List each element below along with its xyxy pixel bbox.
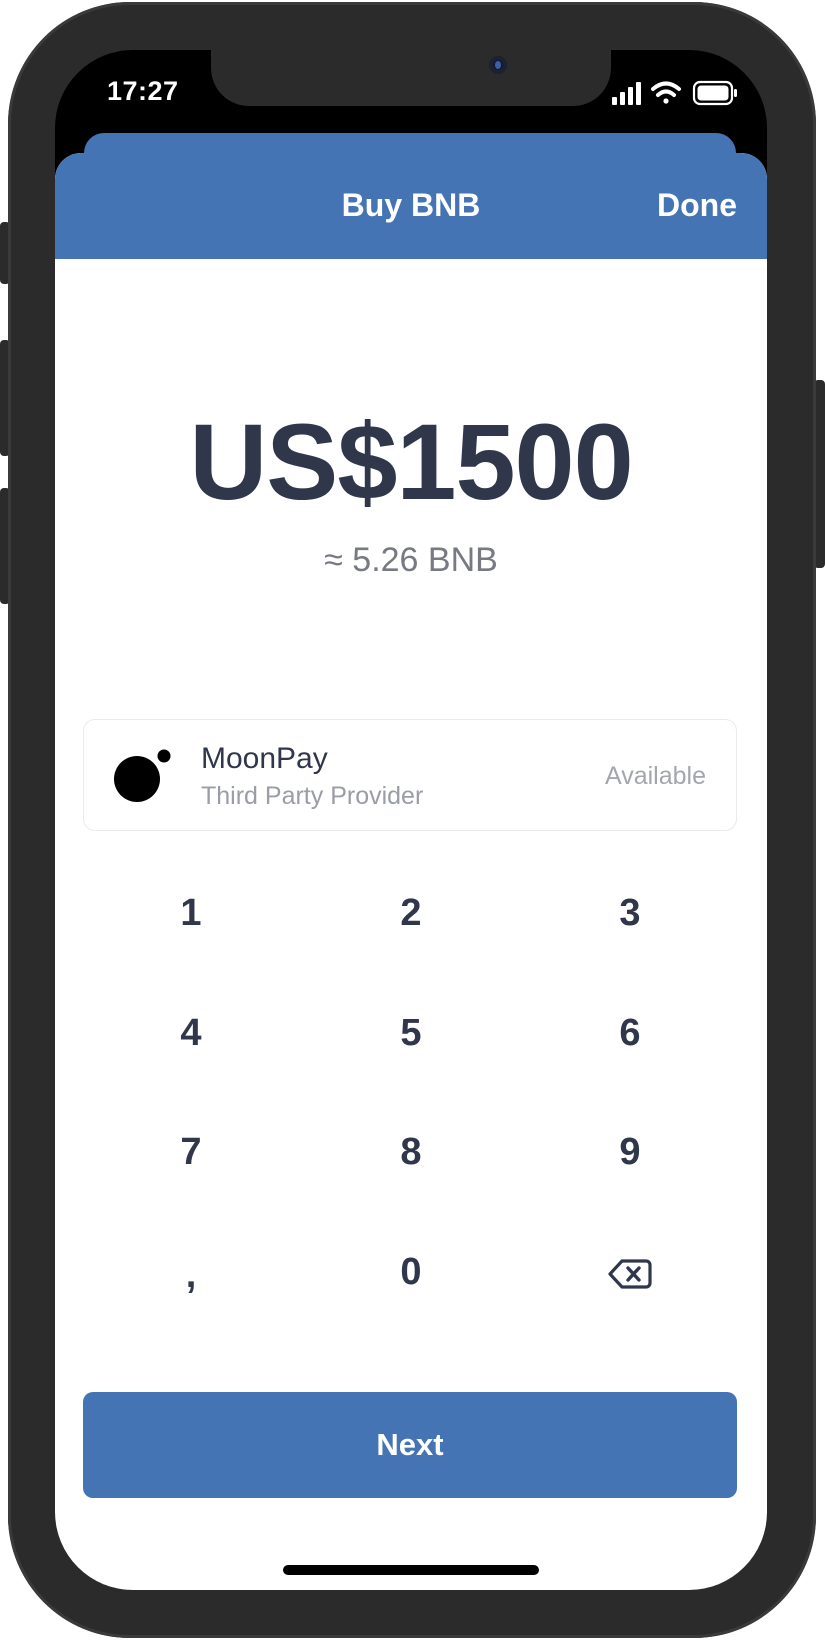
wifi-icon	[651, 81, 681, 104]
key-decimal-separator[interactable]: ,	[91, 1225, 291, 1325]
backspace-button[interactable]	[530, 1222, 730, 1322]
key-7[interactable]: 7	[91, 1102, 291, 1202]
key-8[interactable]: 8	[311, 1102, 511, 1202]
app-stage: 17:27 Buy BNB Done US$1500 ≈ 5.26 BNB Mo…	[0, 0, 825, 1640]
moonpay-logo-icon	[114, 749, 171, 802]
fiat-amount: US$1500	[189, 401, 633, 522]
key-3[interactable]: 3	[530, 863, 730, 963]
backspace-icon	[608, 1259, 652, 1289]
provider-card[interactable]: MoonPay Third Party Provider Available	[83, 719, 737, 831]
battery-icon	[692, 80, 737, 106]
key-9[interactable]: 9	[530, 1102, 730, 1202]
signal-icon	[612, 82, 641, 105]
front-camera	[489, 56, 507, 74]
provider-name: MoonPay	[201, 742, 328, 775]
buy-sheet: Buy BNB Done US$1500 ≈ 5.26 BNB MoonPay …	[55, 153, 767, 1590]
provider-subtitle: Third Party Provider	[201, 782, 424, 810]
home-indicator[interactable]	[283, 1565, 539, 1575]
key-5[interactable]: 5	[311, 983, 511, 1083]
key-4[interactable]: 4	[91, 983, 291, 1083]
provider-status: Available	[604, 762, 706, 790]
key-0[interactable]: 0	[311, 1222, 511, 1322]
sheet-header: Buy BNB Done	[55, 153, 767, 259]
status-time: 17:27	[107, 76, 179, 106]
key-2[interactable]: 2	[311, 863, 511, 963]
key-1[interactable]: 1	[91, 863, 291, 963]
notch	[211, 50, 611, 106]
crypto-estimate: ≈ 5.26 BNB	[324, 541, 498, 579]
done-button[interactable]: Done	[657, 187, 737, 224]
status-icons	[612, 80, 737, 106]
next-button[interactable]: Next	[83, 1392, 737, 1498]
key-6[interactable]: 6	[530, 983, 730, 1083]
